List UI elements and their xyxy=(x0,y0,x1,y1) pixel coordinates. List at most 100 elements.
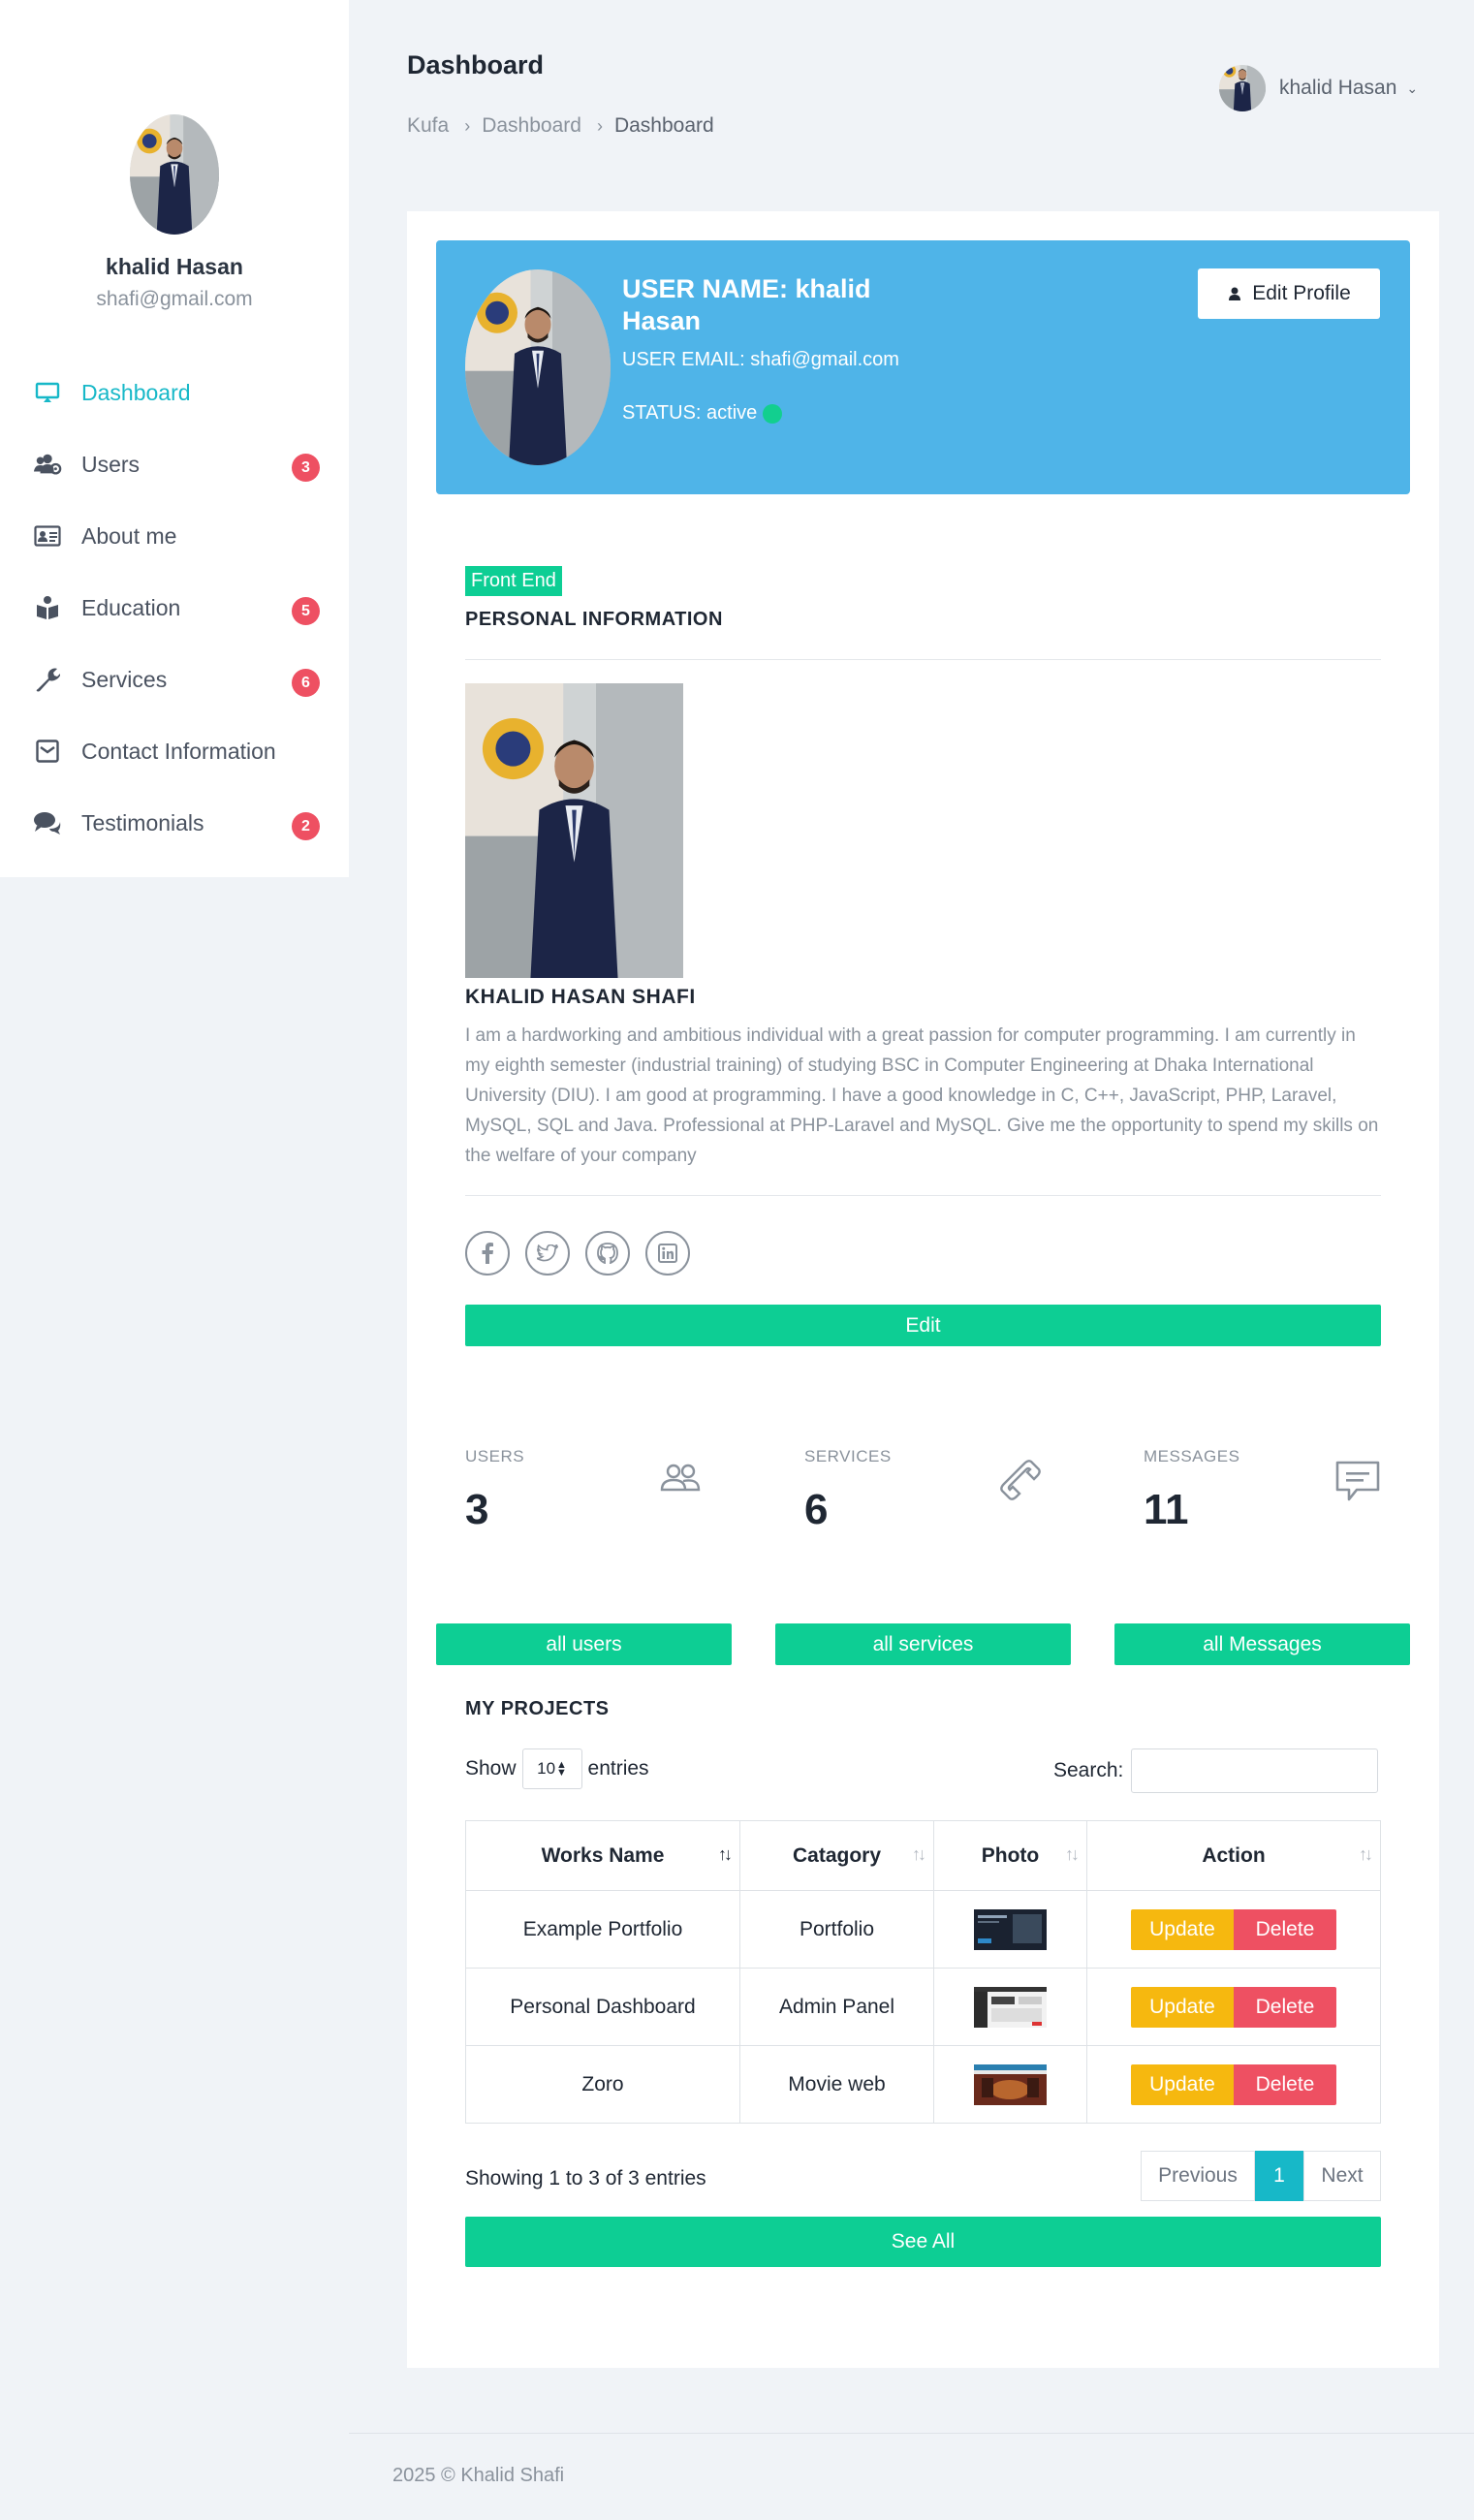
count-badge: 6 xyxy=(292,669,320,697)
all-users-label: all users xyxy=(546,1632,622,1655)
profile-status: STATUS: active xyxy=(622,402,783,425)
project-thumbnail[interactable] xyxy=(974,2063,1047,2105)
pagination-previous[interactable]: Previous xyxy=(1141,2151,1255,2201)
profile-avatar xyxy=(465,269,611,465)
user-menu[interactable]: khalid Hasan ⌄ xyxy=(1219,65,1418,111)
column-header-catagory[interactable]: Catagory ↑↓ xyxy=(739,1820,934,1891)
profile-user-name: USER NAME: khalid Hasan xyxy=(622,274,871,335)
edit-profile-button[interactable]: Edit Profile xyxy=(1198,268,1380,319)
linkedin-icon[interactable] xyxy=(645,1231,690,1276)
delete-button[interactable]: Delete xyxy=(1234,1908,1336,1950)
all-messages-label: all Messages xyxy=(1203,1632,1322,1655)
cell-works-name: Example Portfolio xyxy=(465,1890,740,1969)
sidebar-nav: Dashboard Users 3 About me Education 5 S… xyxy=(0,357,349,859)
sidebar: khalid Hasan shafi@gmail.com Dashboard U… xyxy=(0,0,349,877)
column-label: Works Name xyxy=(541,1843,665,1867)
see-all-label: See All xyxy=(891,2230,956,2252)
sort-stepper-icon: ▲ ▼ xyxy=(556,1759,567,1779)
sidebar-item-dashboard[interactable]: Dashboard xyxy=(0,357,349,428)
phone-icon xyxy=(998,1458,1041,1505)
edit-button-label: Edit xyxy=(905,1313,941,1337)
delete-button[interactable]: Delete xyxy=(1234,1986,1336,2028)
edit-button[interactable]: Edit xyxy=(465,1305,1381,1346)
sidebar-item-label: Education xyxy=(81,594,181,620)
stat-label: MESSAGES xyxy=(1144,1447,1240,1465)
github-icon[interactable] xyxy=(585,1231,630,1276)
cell-actions: Update Delete xyxy=(1086,1890,1381,1969)
project-thumbnail[interactable] xyxy=(974,1908,1047,1950)
entries-select[interactable]: 10 ▲ ▼ xyxy=(521,1748,582,1789)
status-dot-icon xyxy=(763,403,783,424)
sidebar-item-label: Testimonials xyxy=(81,809,204,835)
update-button[interactable]: Update xyxy=(1131,2063,1234,2105)
envelope-icon xyxy=(33,737,62,766)
all-services-button[interactable]: all services xyxy=(775,1623,1071,1665)
sort-icon: ↑↓ xyxy=(718,1844,733,1864)
breadcrumb-item[interactable]: Kufa xyxy=(407,114,449,138)
all-messages-button[interactable]: all Messages xyxy=(1114,1623,1410,1665)
cell-category: Movie web xyxy=(739,2045,934,2124)
role-tag: Front End xyxy=(465,566,562,596)
sidebar-item-contact-information[interactable]: Contact Information xyxy=(0,715,349,787)
footer-text: 2025 © Khalid Shafi xyxy=(392,2465,565,2486)
all-users-button[interactable]: all users xyxy=(436,1623,732,1665)
breadcrumb: Kufa › Dashboard › Dashboard xyxy=(407,114,714,138)
stat-messages: MESSAGES 11 xyxy=(1144,1447,1239,1534)
update-button[interactable]: Update xyxy=(1131,1908,1234,1950)
cell-category: Admin Panel xyxy=(739,1968,934,2046)
sort-icon: ↑↓ xyxy=(1359,1844,1373,1864)
breadcrumb-item[interactable]: Dashboard xyxy=(482,114,581,138)
facebook-icon[interactable] xyxy=(465,1231,510,1276)
sidebar-item-education[interactable]: Education 5 xyxy=(0,572,349,644)
profile-banner: USER NAME: khalid Hasan USER EMAIL: shaf… xyxy=(436,240,1410,494)
project-thumbnail[interactable] xyxy=(974,1986,1047,2028)
pagination-next[interactable]: Next xyxy=(1303,2151,1381,2201)
sidebar-item-label: Services xyxy=(81,666,168,692)
table-info: Showing 1 to 3 of 3 entries xyxy=(465,2167,706,2190)
breadcrumb-current: Dashboard xyxy=(613,114,714,137)
comments-icon xyxy=(33,808,62,837)
sidebar-item-label: Users xyxy=(81,451,141,477)
cell-category: Portfolio xyxy=(739,1890,934,1969)
cell-works-name: Zoro xyxy=(465,2045,740,2124)
see-all-button[interactable]: See All xyxy=(465,2217,1381,2267)
page-title: Dashboard xyxy=(407,50,545,79)
sidebar-item-label: Contact Information xyxy=(81,738,276,764)
sidebar-item-testimonials[interactable]: Testimonials 2 xyxy=(0,787,349,859)
update-button[interactable]: Update xyxy=(1131,1986,1234,2028)
chevron-right-icon: › xyxy=(464,115,471,136)
person-full-name: KHALID HASAN SHAFI xyxy=(465,986,696,1008)
bio-text: I am a hardworking and ambitious individ… xyxy=(465,1025,1379,1166)
stat-services: SERVICES 6 xyxy=(804,1447,892,1534)
stat-users: USERS 3 xyxy=(465,1447,524,1534)
search-input[interactable] xyxy=(1131,1748,1379,1793)
entries-select-value: 10 xyxy=(537,1759,556,1778)
entries-control: Show 10 ▲ ▼ entries xyxy=(465,1748,649,1789)
sidebar-item-users[interactable]: Users 3 xyxy=(0,428,349,500)
users-icon xyxy=(33,450,62,479)
delete-button[interactable]: Delete xyxy=(1234,2063,1336,2105)
twitter-icon[interactable] xyxy=(525,1231,570,1276)
sidebar-item-about-me[interactable]: About me xyxy=(0,500,349,572)
edit-profile-label: Edit Profile xyxy=(1252,282,1351,304)
table-row: Personal Dashboard Admin Panel Update Del… xyxy=(465,1968,1381,2046)
column-label: Photo xyxy=(981,1843,1040,1867)
book-reader-icon xyxy=(33,593,62,622)
sidebar-item-label: About me xyxy=(81,522,177,549)
projects-heading: MY PROJECTS xyxy=(465,1698,610,1719)
sidebar-item-services[interactable]: Services 6 xyxy=(0,644,349,715)
cell-works-name: Personal Dashboard xyxy=(465,1968,740,2046)
column-header-action[interactable]: Action ↑↓ xyxy=(1086,1820,1381,1891)
profile-user-email: USER EMAIL: shafi@gmail.com xyxy=(622,349,899,370)
id-card-icon xyxy=(33,521,62,551)
search-control: Search: xyxy=(1053,1748,1379,1793)
user-icon xyxy=(1227,286,1242,301)
table-info-text: Showing 1 to 3 of 3 entries xyxy=(465,2167,706,2189)
pagination-page-1[interactable]: 1 xyxy=(1255,2151,1303,2201)
stat-value: 6 xyxy=(804,1486,829,1533)
chevron-down-icon: ⌄ xyxy=(1406,79,1419,96)
column-header-works-name[interactable]: Works Name ↑↓ xyxy=(465,1820,740,1891)
avatar xyxy=(1219,65,1266,111)
projects-table: Works Name ↑↓ Catagory ↑↓ Photo ↑↓ Actio… xyxy=(465,1820,1381,2124)
column-header-photo[interactable]: Photo ↑↓ xyxy=(933,1820,1087,1891)
